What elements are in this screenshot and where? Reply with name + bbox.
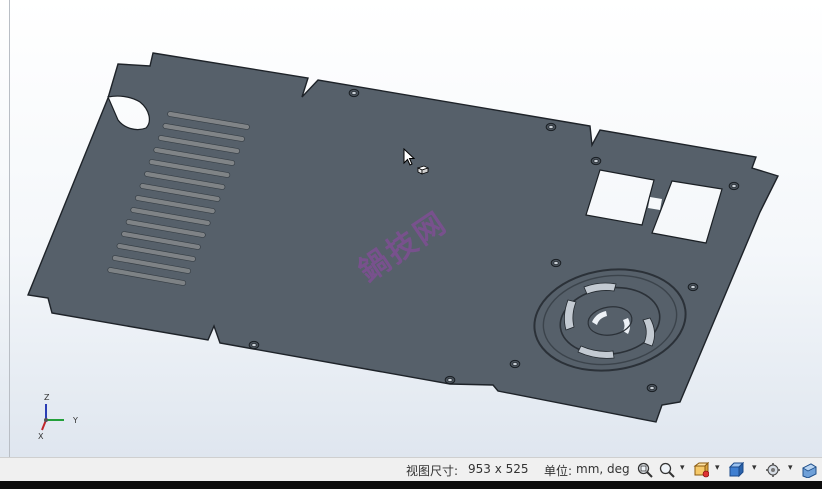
mounting-hole-bore [512, 362, 518, 366]
view-orient-icon[interactable] [692, 461, 710, 479]
axis-z-label: Z [44, 393, 50, 402]
status-bar: 视图尺寸: 953 x 525 单位: mm, deg ▾ ▾ ▾ ▾ [0, 457, 822, 482]
view-settings-icon[interactable] [764, 461, 782, 479]
mounting-hole-bore [553, 261, 559, 265]
mounting-hole-bore [548, 125, 554, 129]
units-label: 单位: [544, 464, 573, 478]
display-style-icon[interactable] [727, 461, 745, 479]
units-value: mm, deg [576, 462, 630, 476]
mounting-hole-bore [690, 285, 696, 289]
graphics-viewport[interactable]: 鍋技网 Z Y X [0, 0, 822, 457]
mounting-hole-bore [251, 343, 257, 347]
orient-dropdown-chevron-icon[interactable]: ▾ [715, 463, 720, 473]
zoom-fit-icon[interactable] [636, 461, 654, 479]
settings-dropdown-chevron-icon[interactable]: ▾ [788, 463, 793, 473]
taskbar-strip [0, 481, 822, 489]
axis-y-label: Y [73, 416, 78, 425]
mounting-hole-bore [447, 378, 453, 382]
axis-x-label: X [38, 432, 44, 441]
mounting-hole-bore [351, 91, 357, 95]
mounting-hole-bore [593, 159, 599, 163]
shaded-view-icon[interactable] [800, 461, 818, 479]
style-dropdown-chevron-icon[interactable]: ▾ [752, 463, 757, 473]
mouse-cursor-icon [403, 148, 430, 175]
mounting-hole-bore [731, 184, 737, 188]
mounting-hole-bore [649, 386, 655, 390]
axis-triad: Z Y X [30, 392, 90, 442]
zoom-icon[interactable] [658, 461, 676, 479]
view-size-value: 953 x 525 [468, 462, 529, 476]
view-size-label: 视图尺寸: [406, 464, 459, 478]
zoom-dropdown-chevron-icon[interactable]: ▾ [680, 463, 685, 473]
